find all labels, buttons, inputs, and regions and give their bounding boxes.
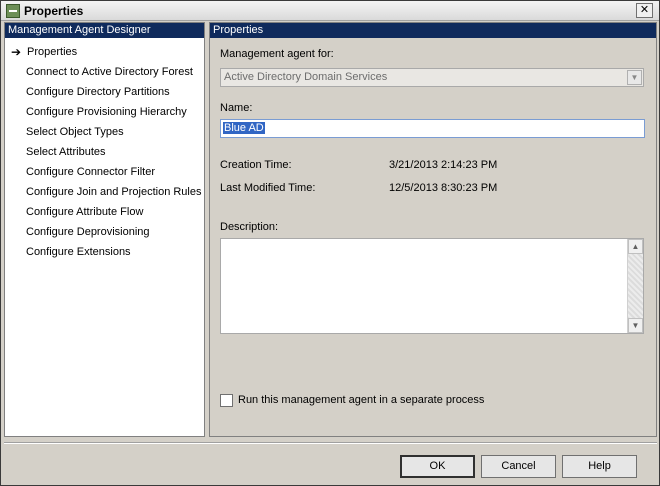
name-input[interactable]: Blue AD — [220, 119, 645, 138]
scroll-up-icon[interactable]: ▲ — [628, 239, 643, 254]
nav-item-properties[interactable]: ➔ Properties — [5, 42, 204, 62]
nav-item-join-projection[interactable]: Configure Join and Projection Rules — [5, 182, 204, 202]
nav-item-label: Properties — [27, 46, 78, 58]
nav-item-object-types[interactable]: Select Object Types — [5, 122, 204, 142]
designer-nav-pane: Management Agent Designer ➔ Properties C… — [4, 22, 205, 437]
name-label: Name: — [220, 102, 253, 114]
nav-item-label: Configure Deprovisioning — [26, 226, 150, 238]
nav-item-connector-filter[interactable]: Configure Connector Filter — [5, 162, 204, 182]
properties-pane: Properties Management agent for: Active … — [209, 22, 657, 437]
nav-item-label: Select Object Types — [26, 126, 124, 138]
window-title: Properties — [24, 4, 84, 18]
chevron-down-icon[interactable]: ▼ — [627, 70, 642, 85]
properties-dialog: Properties ✕ Management Agent Designer ➔… — [0, 0, 660, 486]
nav-item-attribute-flow[interactable]: Configure Attribute Flow — [5, 202, 204, 222]
name-input-value: Blue AD — [223, 122, 265, 134]
description-textarea[interactable]: ▲ ▼ — [220, 238, 644, 334]
nav-item-deprovisioning[interactable]: Configure Deprovisioning — [5, 222, 204, 242]
description-label: Description: — [220, 221, 279, 233]
nav-item-label: Configure Join and Projection Rules — [26, 186, 202, 198]
footer-divider — [4, 442, 657, 444]
agent-for-select[interactable]: Active Directory Domain Services ▼ — [220, 68, 644, 87]
title-bar[interactable]: Properties ✕ — [1, 1, 659, 21]
nav-item-provisioning-hierarchy[interactable]: Configure Provisioning Hierarchy — [5, 102, 204, 122]
separate-process-label: Run this management agent in a separate … — [238, 394, 485, 406]
nav-item-label: Configure Attribute Flow — [26, 206, 144, 218]
agent-properties-icon — [6, 4, 20, 18]
scroll-down-icon[interactable]: ▼ — [628, 318, 643, 333]
nav-item-connect-forest[interactable]: Connect to Active Directory Forest — [5, 62, 204, 82]
properties-header: Properties — [210, 23, 656, 38]
nav-item-label: Connect to Active Directory Forest — [26, 66, 193, 78]
nav-item-attributes[interactable]: Select Attributes — [5, 142, 204, 162]
modified-time-label: Last Modified Time: — [220, 182, 316, 194]
cancel-button[interactable]: Cancel — [481, 455, 556, 478]
nav-item-label: Configure Extensions — [26, 246, 131, 258]
close-button[interactable]: ✕ — [636, 3, 653, 18]
nav-item-label: Configure Provisioning Hierarchy — [26, 106, 187, 118]
description-scrollbar[interactable]: ▲ ▼ — [627, 239, 643, 333]
separate-process-checkbox[interactable] — [220, 394, 233, 407]
arrow-right-icon: ➔ — [11, 45, 22, 59]
designer-nav-header: Management Agent Designer — [5, 23, 204, 38]
help-button[interactable]: Help — [562, 455, 637, 478]
nav-item-label: Configure Connector Filter — [26, 166, 156, 178]
modified-time-value: 12/5/2013 8:30:23 PM — [389, 182, 498, 194]
nav-item-label: Select Attributes — [26, 146, 106, 158]
agent-for-value: Active Directory Domain Services — [224, 71, 388, 83]
ok-button[interactable]: OK — [400, 455, 475, 478]
agent-for-label: Management agent for: — [220, 48, 334, 60]
nav-item-label: Configure Directory Partitions — [26, 86, 170, 98]
nav-item-extensions[interactable]: Configure Extensions — [5, 242, 204, 262]
nav-item-directory-partitions[interactable]: Configure Directory Partitions — [5, 82, 204, 102]
designer-nav-list: ➔ Properties Connect to Active Directory… — [5, 38, 204, 262]
creation-time-value: 3/21/2013 2:14:23 PM — [389, 159, 498, 171]
creation-time-label: Creation Time: — [220, 159, 292, 171]
